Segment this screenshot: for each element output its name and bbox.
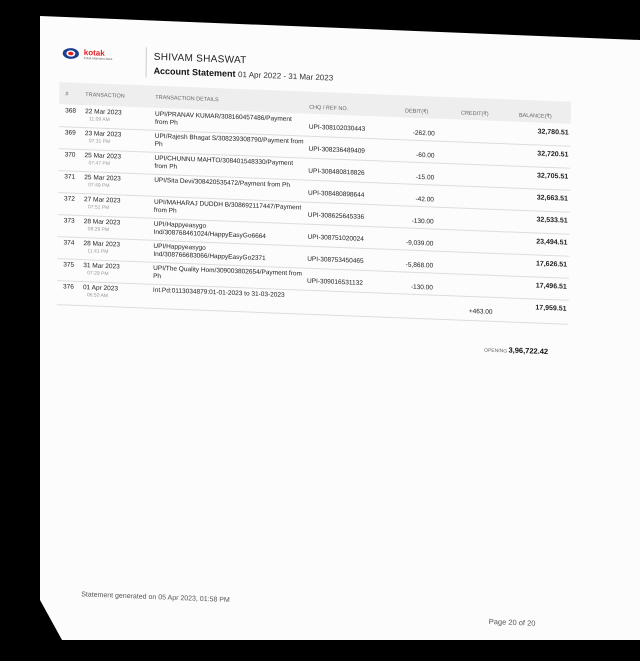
cell-details: UPI/CHUNNU MAHTO/308401548330/Payment fr… (154, 154, 294, 171)
header-debit: DEBIT(₹) (404, 108, 429, 116)
cell-time: 08:29 PM (87, 226, 110, 234)
cell-num: 374 (63, 239, 75, 247)
cell-ref: UPI-308751020024 (307, 233, 364, 243)
cell-ref: UPI-308102030443 (308, 123, 366, 133)
cell-ref: UPI-308625645336 (307, 211, 365, 221)
cell-credit (453, 285, 493, 287)
cell-balance: 17,959.51 (535, 304, 567, 313)
header-ref: CHQ / REF NO. (309, 104, 349, 113)
cell-debit: -42.00 (415, 195, 434, 204)
cell-details: UPI/MAHARAJ DUDDH B/308692117447/Payment… (153, 198, 302, 215)
cell-num: 372 (64, 195, 75, 203)
cell-num: 376 (62, 283, 74, 291)
cell-date: 01 Apr 2023 (82, 284, 119, 293)
cell-ref: UPI-308236489409 (308, 145, 365, 155)
cell-date: 25 Mar 2023 (84, 174, 121, 183)
cell-num: 373 (63, 217, 75, 225)
opening-label: OPENING (484, 347, 508, 355)
cell-debit (393, 305, 433, 307)
header-divider (145, 47, 147, 78)
cell-date: 25 Mar 2023 (84, 152, 122, 161)
cell-date: 31 Mar 2023 (83, 262, 120, 271)
opening-balance: OPENING 3,96,722.42 (484, 345, 549, 357)
generated-note: Statement generated on 05 Apr 2023, 01:5… (81, 591, 230, 605)
page-number: Page 20 of 20 (488, 616, 536, 628)
opening-value: 3,96,722.42 (508, 345, 549, 357)
cell-num: 375 (63, 261, 75, 269)
cell-date: 28 Mar 2023 (83, 240, 121, 249)
cell-details: UPI/The Quality Hom/309003802654/Payment… (153, 264, 302, 281)
cell-debit: -130.00 (411, 217, 434, 226)
statement-period: 01 Apr 2022 - 31 Mar 2023 (238, 69, 334, 83)
cell-credit (454, 219, 494, 221)
cell-details: UPI/Happyeasygo Ind/308768461024/HappyEa… (153, 220, 266, 241)
cell-credit (453, 241, 493, 243)
cell-time: 07:49 PM (88, 182, 110, 190)
statement-title: Account Statement (153, 65, 236, 79)
cell-time: 07:31 PM (88, 138, 111, 146)
cell-credit: +463.00 (468, 307, 493, 316)
cell-date: 27 Mar 2023 (83, 196, 121, 205)
cell-balance: 32,720.51 (537, 150, 569, 159)
cell-credit (455, 131, 495, 133)
header-balance: BALANCE(₹) (518, 112, 552, 121)
cell-balance: 32,533.51 (536, 216, 568, 225)
cell-time: 07:47 PM (88, 160, 110, 168)
cell-balance: 32,780.51 (537, 128, 569, 137)
cell-time: 06:50 AM (86, 292, 109, 300)
cell-num: 371 (64, 173, 76, 181)
cell-date: 22 Mar 2023 (85, 108, 122, 117)
cell-num: 368 (65, 107, 77, 115)
cell-balance: 32,663.51 (536, 194, 568, 203)
header-credit: CREDIT(₹) (460, 110, 489, 118)
cell-time: 07:29 PM (87, 270, 109, 278)
cell-debit: -60.00 (416, 151, 435, 160)
cell-details: UPI/Happyeasygo Ind/308766683066/HappyEa… (153, 242, 266, 263)
cell-date: 28 Mar 2023 (83, 218, 121, 227)
cell-time: 07:51 PM (87, 204, 110, 212)
cell-balance: 32,705.51 (537, 172, 569, 181)
account-holder: SHIVAM SHASWAT (153, 51, 247, 67)
header-num: # (65, 91, 69, 98)
transaction-list: 368 22 Mar 2023 11:09 AM UPI/PRANAV KUMAR/3… (56, 40, 598, 325)
header-transaction: TRANSACTION (85, 92, 125, 100)
cell-debit: -9,039.00 (405, 239, 434, 248)
cell-num: 370 (64, 151, 76, 159)
cell-credit (455, 153, 495, 155)
cell-details: UPI/Sita Devi/308420535472/Payment from … (154, 176, 291, 190)
cell-details: UPI/Rajesh Bhagat S/308239308790/Payment… (154, 132, 304, 149)
cell-balance: 17,626.51 (535, 260, 568, 269)
cell-credit (453, 263, 493, 265)
cell-num: 369 (64, 129, 76, 137)
cell-time: 11:41 PM (87, 248, 109, 256)
statement-sheet: kotak Kotak Mahindra Bank SHIVAM SHASWAT… (51, 40, 598, 640)
cell-debit: -5,868.00 (405, 261, 434, 270)
cell-balance: 17,496.51 (535, 282, 567, 291)
cell-credit (454, 175, 494, 177)
cell-date: 23 Mar 2023 (84, 130, 122, 139)
cell-debit: -262.00 (412, 129, 435, 138)
cell-ref: UPI-308480818826 (308, 167, 365, 177)
cell-credit (454, 197, 494, 199)
cell-ref: UPI-308753450465 (307, 255, 364, 265)
kotak-logo-icon (62, 48, 79, 59)
cell-balance: 23,494.51 (536, 238, 568, 247)
cell-debit: -15.00 (415, 173, 435, 182)
cell-time: 11:09 AM (88, 116, 110, 124)
cell-debit: -130.00 (410, 283, 433, 292)
bank-logo: kotak Kotak Mahindra Bank (62, 46, 113, 62)
header-details: TRANSACTION DETAILS (155, 94, 219, 104)
cell-ref: UPI-308480898644 (308, 189, 365, 199)
cell-details: UPI/PRANAV KUMAR/308160457486/Payment fr… (154, 110, 292, 127)
statement-heading: Account Statement 01 Apr 2022 - 31 Mar 2… (154, 66, 334, 83)
cell-details: Int.Pd:0113034879:01-01-2023 to 31-03-20… (152, 286, 285, 299)
cell-ref: UPI-309016531132 (306, 277, 363, 287)
scanned-page: kotak Kotak Mahindra Bank SHIVAM SHASWAT… (40, 16, 640, 640)
bank-tagline: Kotak Mahindra Bank (83, 55, 113, 61)
